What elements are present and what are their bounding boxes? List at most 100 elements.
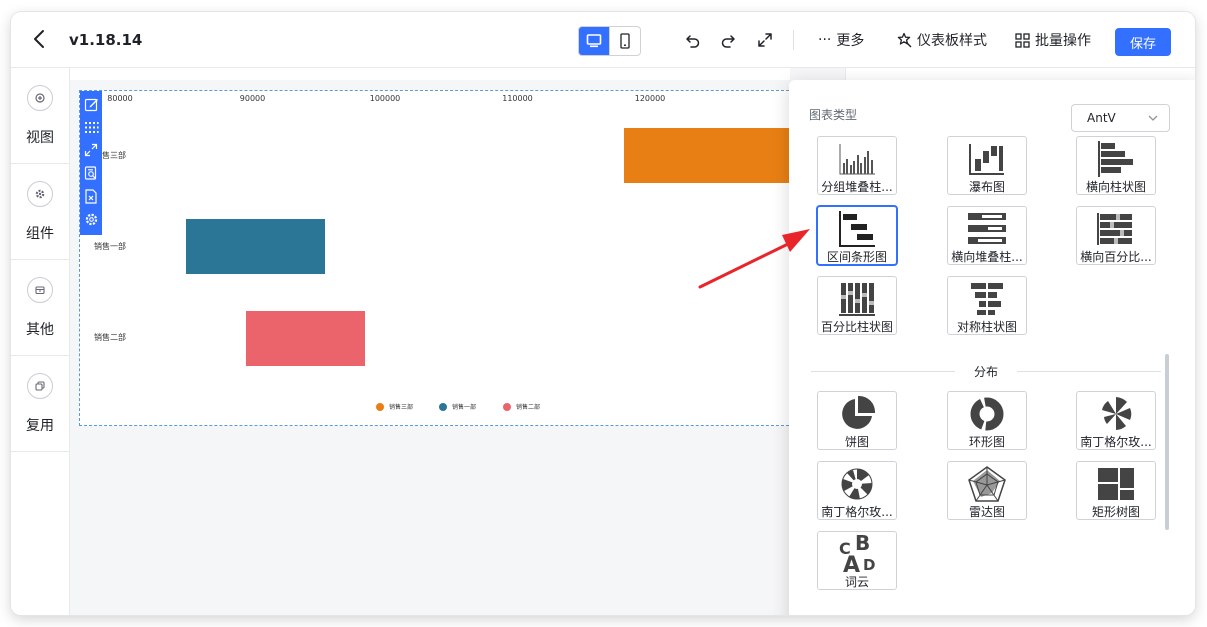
chart-library-select[interactable]: AntV <box>1071 104 1170 132</box>
back-button[interactable] <box>29 26 51 52</box>
chart-tile-label: 对称柱状图 <box>956 320 1017 334</box>
pie-icon <box>818 395 896 433</box>
chevron-down-icon <box>1148 115 1158 121</box>
range-bar[interactable] <box>623 128 800 183</box>
chart-tile-symmetric-bar[interactable]: 对称柱状图 <box>947 276 1027 335</box>
legend-item[interactable]: 销售二部 <box>503 402 540 411</box>
monitor-icon <box>586 34 602 48</box>
chart-tile-nightingale-rose-alt[interactable]: 南丁格尔玫... <box>817 461 897 520</box>
box-icon <box>27 277 53 303</box>
y-category-label: 销售一部 <box>94 242 126 251</box>
chevron-left-icon <box>34 30 44 48</box>
range-bar[interactable] <box>186 219 326 274</box>
copy-icon <box>27 373 53 399</box>
chart-tile-horizontal-bar[interactable]: 横向柱状图 <box>1076 136 1156 195</box>
sidebar-item-component[interactable]: 组件 <box>11 164 69 260</box>
chart-tile-label: 词云 <box>844 575 869 589</box>
view-details-button[interactable] <box>82 163 100 183</box>
percent-bar-icon <box>818 280 896 318</box>
chart-tile-waterfall[interactable]: 瀑布图 <box>947 136 1027 195</box>
chart-tile-word-cloud[interactable]: CBAD 词云 <box>817 531 897 590</box>
fullscreen-button[interactable] <box>755 30 775 50</box>
chart-tile-percent-bar[interactable]: 百分比柱状图 <box>817 276 897 335</box>
canvas-top-strip <box>70 68 790 80</box>
chart-tile-pie[interactable]: 饼图 <box>817 391 897 450</box>
legend-marker <box>439 402 447 411</box>
x-tick-label: 120000 <box>634 94 666 103</box>
sidebar-item-other[interactable]: 其他 <box>11 260 69 356</box>
y-category-label: 销售二部 <box>94 333 126 342</box>
sidebar-item-reuse[interactable]: 复用 <box>11 356 69 452</box>
left-sidebar: 视图 组件 其他 复用 <box>11 68 70 615</box>
donut-icon <box>948 395 1026 433</box>
sidebar-item-label: 其他 <box>26 322 54 338</box>
edit-icon <box>84 98 98 111</box>
popover-title: 图表类型 <box>809 108 858 122</box>
svg-text:B: B <box>855 534 870 555</box>
gear-icon <box>85 213 97 225</box>
magic-wand-icon <box>897 32 912 48</box>
add-circle-icon <box>27 85 53 111</box>
range-bar[interactable] <box>245 311 366 366</box>
enlarge-button[interactable] <box>82 140 100 160</box>
legend-item[interactable]: 销售三部 <box>376 402 413 411</box>
more-dots-icon: ··· <box>818 32 832 48</box>
settings-button[interactable] <box>82 209 100 229</box>
x-tick-label: 110000 <box>502 94 533 103</box>
redo-icon <box>721 35 735 48</box>
app-window: v1.18.14 ··· 更多 仪表板样式 批量操作 保存 视图 组件 其他 复… <box>11 12 1195 615</box>
gear-icon <box>27 181 53 207</box>
horizontal-bar-icon <box>1077 140 1155 178</box>
popover-scrollbar[interactable] <box>1165 354 1169 530</box>
edit-button[interactable] <box>82 94 100 114</box>
legend-item[interactable]: 销售一部 <box>439 402 476 411</box>
export-excel-button[interactable] <box>82 186 100 206</box>
horizontal-stacked-bar-icon <box>948 210 1026 248</box>
phone-icon <box>620 33 630 49</box>
word-cloud-icon: CBAD <box>818 534 896 574</box>
chart-tile-donut[interactable]: 环形图 <box>947 391 1027 450</box>
dashboard-style-label: 仪表板样式 <box>917 33 987 49</box>
save-button[interactable]: 保存 <box>1115 28 1171 56</box>
grid-icon <box>1015 32 1030 48</box>
section-title-distribution: 分布 <box>955 363 1017 380</box>
chart-tile-label: 环形图 <box>968 435 1005 449</box>
chart-tile-nightingale-rose[interactable]: 南丁格尔玫... <box>1076 391 1156 450</box>
mobile-view-button[interactable] <box>609 27 640 55</box>
chart-tile-treemap[interactable]: 矩形树图 <box>1076 461 1156 520</box>
range-bar-icon <box>818 210 896 248</box>
chart-tile-grouped-stacked-bar[interactable]: 分组堆叠柱... <box>817 136 897 195</box>
excel-file-icon <box>85 188 97 204</box>
drag-handle[interactable] <box>82 117 100 137</box>
nightingale-rose-alt-icon <box>818 465 896 503</box>
dashboard-style-menu[interactable]: 仪表板样式 <box>896 30 987 50</box>
expand-arrows-icon <box>84 143 98 157</box>
chart-tile-label: 南丁格尔玫... <box>1080 435 1152 449</box>
svg-text:D: D <box>863 556 875 574</box>
range-bar-chart[interactable]: 80000 90000 100000 110000 120000 销售三部 销售… <box>79 90 800 426</box>
more-menu[interactable]: ··· 更多 <box>818 30 864 50</box>
sidebar-item-label: 复用 <box>26 418 54 434</box>
waterfall-icon <box>948 140 1026 178</box>
redo-button[interactable] <box>718 30 738 50</box>
device-switch <box>578 26 641 56</box>
sidebar-item-label: 视图 <box>26 130 54 146</box>
undo-button[interactable] <box>683 30 703 50</box>
batch-operation-menu[interactable]: 批量操作 <box>1015 30 1091 50</box>
nightingale-rose-icon <box>1077 395 1155 433</box>
chart-tile-label: 瀑布图 <box>968 180 1005 194</box>
chart-tile-horizontal-percent-bar[interactable]: 横向百分比... <box>1076 206 1156 265</box>
svg-text:A: A <box>843 553 860 574</box>
symmetric-bar-icon <box>948 280 1026 318</box>
desktop-view-button[interactable] <box>579 27 610 55</box>
undo-icon <box>686 35 700 48</box>
chart-library-value: AntV <box>1087 111 1116 125</box>
chart-tile-radar[interactable]: 雷达图 <box>947 461 1027 520</box>
x-tick-label: 90000 <box>239 94 266 103</box>
chart-tile-label: 区间条形图 <box>826 250 887 264</box>
legend-label: 销售二部 <box>516 404 541 411</box>
chart-tile-range-bar[interactable]: 区间条形图 <box>817 206 897 265</box>
chart-tile-horizontal-stacked-bar[interactable]: 横向堆叠柱... <box>947 206 1027 265</box>
component-toolbar <box>80 91 102 235</box>
sidebar-item-view[interactable]: 视图 <box>11 68 69 164</box>
